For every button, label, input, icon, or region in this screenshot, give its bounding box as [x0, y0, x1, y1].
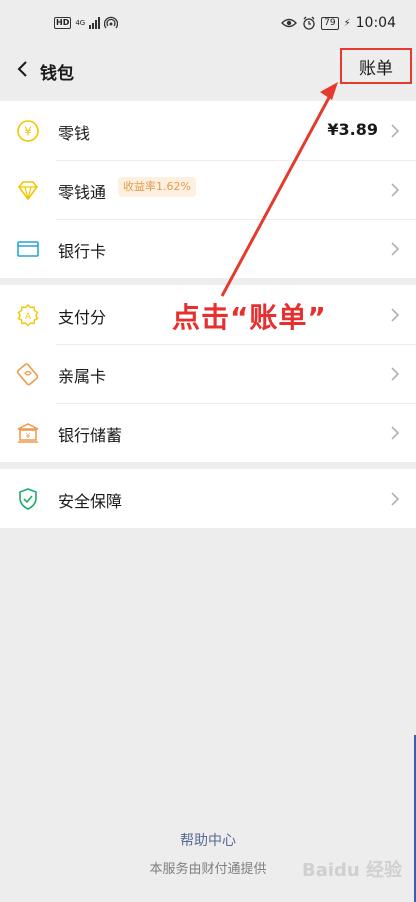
chevron-right-icon	[391, 242, 400, 256]
network-indicator: 4G	[75, 18, 86, 27]
hd-badge: HD	[54, 17, 72, 29]
chevron-right-icon	[391, 367, 400, 381]
signal-icon	[89, 17, 101, 29]
bill-button[interactable]: 账单	[340, 48, 412, 84]
change-balance: ¥3.89	[327, 120, 378, 139]
chevron-right-icon	[391, 183, 400, 197]
back-chevron-icon[interactable]	[12, 58, 34, 80]
chevron-right-icon	[391, 124, 400, 138]
shield-icon	[19, 488, 37, 510]
diamond-icon	[17, 181, 39, 201]
row-label: 银行储蓄	[58, 426, 123, 445]
status-bar: HD 4G 79 ⚡ 10:04	[0, 0, 416, 50]
row-label: 安全保障	[58, 492, 123, 511]
coin-icon: ¥	[17, 120, 39, 142]
nav-bar: 钱包 账单	[0, 48, 416, 90]
row-label: 零钱通	[58, 183, 107, 202]
hotspot-icon	[104, 16, 119, 29]
row-security[interactable]: 安全保障	[0, 469, 416, 528]
svg-text:A: A	[25, 312, 32, 322]
chevron-right-icon	[391, 492, 400, 506]
charging-icon: ⚡	[343, 17, 351, 29]
alarm-icon	[303, 16, 315, 30]
score-icon: A	[17, 304, 39, 327]
eye-icon	[281, 18, 298, 28]
row-bank-savings[interactable]: ¥ 银行储蓄	[0, 403, 416, 462]
wallet-group-3: 安全保障	[0, 469, 416, 528]
row-bank-card[interactable]: 银行卡	[0, 219, 416, 278]
row-label: 银行卡	[58, 242, 107, 261]
battery-icon: 79	[321, 16, 339, 30]
status-right: 79 ⚡ 10:04	[281, 15, 396, 31]
watermark: Baidu 经验	[301, 860, 402, 881]
network-type: 4G	[75, 18, 86, 27]
annotation-text: 点击“账单”	[172, 301, 327, 334]
wallet-group-1: ¥ 零钱 ¥3.89 零钱通 收益率1.62% 银行卡	[0, 101, 416, 278]
svg-text:¥: ¥	[24, 125, 32, 139]
chevron-right-icon	[391, 308, 400, 322]
bank-icon: ¥	[17, 423, 39, 443]
svg-text:¥: ¥	[26, 432, 31, 440]
card-icon	[17, 241, 39, 257]
status-left: HD 4G	[54, 16, 119, 30]
clock: 10:04	[355, 15, 396, 31]
row-change[interactable]: ¥ 零钱 ¥3.89	[0, 101, 416, 160]
row-label: 支付分	[58, 308, 107, 327]
chevron-right-icon	[391, 426, 400, 440]
bill-label: 账单	[359, 58, 393, 79]
help-center-link[interactable]: 帮助中心	[0, 830, 416, 850]
row-family-card[interactable]: 亲属卡	[0, 344, 416, 403]
row-lingqiantong[interactable]: 零钱通 收益率1.62%	[0, 160, 416, 219]
family-card-icon	[16, 363, 39, 386]
row-label: 亲属卡	[58, 367, 107, 386]
page-title: 钱包	[40, 64, 74, 84]
row-label: 零钱	[58, 124, 91, 143]
yield-badge: 收益率1.62%	[118, 177, 196, 197]
